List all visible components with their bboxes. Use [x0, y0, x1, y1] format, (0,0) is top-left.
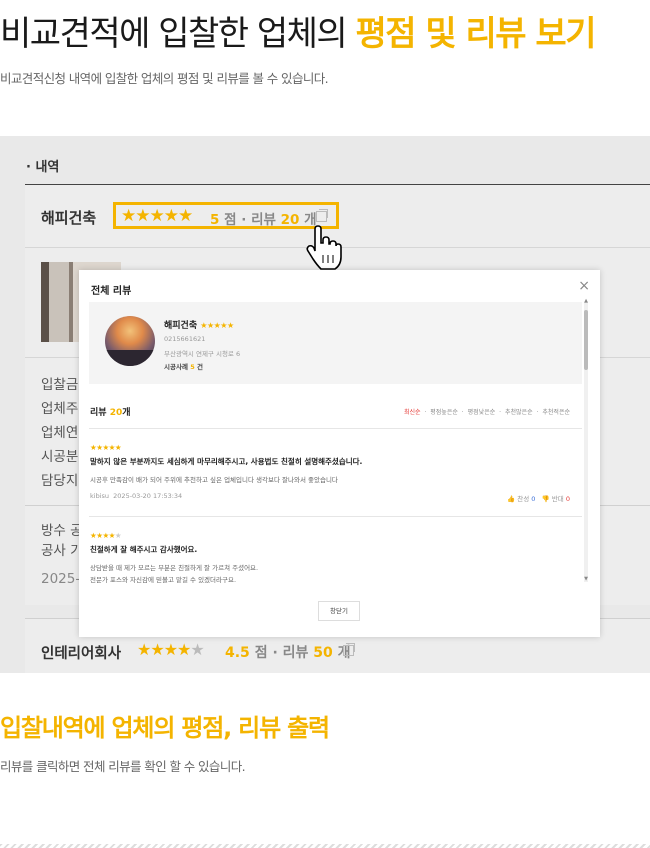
case-count-prefix: 시공사례 [164, 363, 191, 371]
page-title-highlight: 평점 및 리뷰 보기 [355, 14, 597, 54]
dashed-divider [0, 844, 650, 848]
review-item: ★★★★★ 말하지 않은 부분까지도 세심하게 마무리해주시고, 사용법도 친절… [90, 443, 570, 503]
score-value: 4.5 [225, 645, 250, 661]
sort-separator: · [424, 409, 427, 416]
review-datetime: 2025-03-20 17:53:34 [113, 492, 183, 500]
profile-name: 해피건축 ★★★★★ [164, 318, 234, 331]
sort-rating-low[interactable]: 평점낮은순 [468, 409, 496, 416]
star-icon: ★★★★ [137, 640, 191, 659]
dislike-label[interactable]: 반대 [552, 495, 564, 503]
company-name: 해피건축 [41, 209, 97, 227]
close-button[interactable]: 창닫기 [318, 601, 360, 621]
review-author: kibisu [90, 492, 110, 500]
review-title: 친절하게 잘 해주시고 감사했어요. [90, 545, 198, 554]
page-subtitle: 비교견적신청 내역에 입찰한 업체의 평점 및 리뷰를 볼 수 있습니다. [0, 71, 329, 86]
dot-separator: · [241, 212, 247, 228]
sort-recommend-high[interactable]: 추천많은순 [505, 409, 533, 416]
info-label: 시공분 [41, 449, 79, 465]
rating-summary: 5 점 · 리뷰 20 개 [210, 208, 317, 228]
panel-label: · 내역 [26, 160, 60, 175]
review-count: 20 [280, 212, 300, 228]
hand-pointer-icon [306, 225, 342, 270]
rating-stars: ★★★★★ [121, 206, 193, 226]
review-meta: kibisu 2025-03-20 17:53:34 [90, 492, 570, 500]
score-value: 5 [210, 212, 220, 228]
score-unit: 점 [224, 212, 237, 228]
sort-separator: · [536, 409, 539, 416]
info-label: 업체주 [41, 401, 79, 417]
scrollbar[interactable] [584, 302, 588, 582]
profile-name-text: 해피건축 [164, 321, 198, 331]
close-icon[interactable]: × [578, 278, 590, 294]
info-list: 입찰금 업체주 업체연 시공분 담당지 [41, 373, 78, 493]
reviews-count: 리뷰 20개 [90, 405, 131, 418]
info-label: 업체연 [41, 425, 79, 441]
star-icon: ★★★★ [90, 531, 115, 540]
company-profile: 해피건축 ★★★★★ 0215661621 부산광역시 연제구 시청로 6 시공… [89, 302, 582, 384]
divider [89, 516, 582, 517]
review-title: 말하지 않은 부분까지도 세심하게 마무리해주시고, 사용법도 친절히 설명해주… [90, 457, 363, 466]
review-stars: ★★★★★ [90, 531, 570, 540]
sort-separator: · [461, 409, 464, 416]
case-count-suffix: 건 [194, 363, 203, 371]
review-stars: ★★★★★ [90, 443, 122, 452]
rating-summary[interactable]: 4.5 점 · 리뷰 50 개 [225, 642, 351, 662]
reviews-label: 리뷰 [90, 408, 107, 418]
sort-latest[interactable]: 최신순 [404, 409, 421, 416]
star-empty-icon: ★ [114, 531, 122, 540]
company-name: 인테리어회사 [41, 646, 122, 662]
reviews-unit: 개 [122, 408, 131, 418]
profile-case-count: 시공사례 5 건 [164, 361, 203, 371]
sort-separator: · [499, 409, 502, 416]
reviews-count-value: 20 [109, 408, 123, 418]
review-body: 상담받을 때 제가 모르는 부분은 친절하게 잘 가르쳐 주셨어요. 전문가 포스… [90, 562, 570, 586]
dot-separator: · [272, 645, 278, 661]
sort-options: 최신순 · 평점높은순 · 평점낮은순 · 추천많은순 · 추천적은순 [402, 407, 570, 416]
divider [89, 428, 582, 429]
thumb-down-icon[interactable]: 👎 [542, 495, 550, 503]
copy-icon[interactable] [343, 643, 355, 656]
review-body-line: 전문가 포스와 자신감에 믿볼고 맡길 수 있겠더라구요. [90, 576, 237, 584]
review-modal: 전체 리뷰 × 해피건축 ★★★★★ 0215661621 부산광역시 연제구 … [79, 270, 600, 637]
dislike-count: 0 [565, 495, 570, 503]
star-half-icon: ★ [190, 640, 204, 659]
like-count: 0 [531, 495, 536, 503]
scrollbar-thumb[interactable] [584, 310, 588, 370]
copy-icon[interactable] [316, 209, 328, 222]
star-icon: ★★★★★ [200, 321, 234, 330]
page-title: 비교견적에 입찰한 업체의 평점 및 리뷰 보기 [0, 6, 597, 55]
info-label: 담당지 [41, 473, 79, 489]
review-body-line: 상담받을 때 제가 모르는 부분은 친절하게 잘 가르쳐 주셨어요. [90, 564, 259, 572]
review-label: 리뷰 [251, 212, 276, 228]
sort-recommend-low[interactable]: 추천적은순 [542, 409, 570, 416]
review-count: 50 [313, 645, 333, 661]
like-label[interactable]: 찬성 [517, 495, 529, 503]
section-subtitle: 리뷰를 클릭하면 전체 리뷰를 확인 할 수 있습니다. [0, 759, 246, 774]
scroll-down-icon[interactable]: ▼ [584, 576, 588, 582]
thumb-up-icon[interactable]: 👍 [507, 495, 515, 503]
info-label: 입찰금 [41, 377, 79, 393]
review-item: ★★★★★ 친절하게 잘 해주시고 감사했어요. 상담받을 때 제가 모르는 부… [90, 531, 570, 591]
avatar [105, 316, 155, 366]
review-body: 시공후 만족감이 배가 되어 주위에 추천하고 싶은 업체입니다 생각보다 잘나… [90, 476, 338, 484]
desc-line: 방수 공 [41, 523, 83, 539]
review-label: 리뷰 [282, 645, 309, 661]
section-title: 입찰내역에 업체의 평점, 리뷰 출력 [0, 714, 330, 742]
sort-rating-high[interactable]: 평점높은순 [430, 409, 458, 416]
rating-stars: ★★★★★ [137, 640, 205, 659]
scroll-up-icon[interactable]: ▲ [584, 298, 588, 304]
profile-phone: 0215661621 [164, 335, 206, 343]
review-actions: 👍 찬성 0 👎 반대 0 [507, 493, 570, 503]
score-unit: 점 [254, 645, 268, 661]
desc-line: 공사 기 [41, 543, 83, 559]
page-title-main: 비교견적에 입찰한 업체의 [0, 14, 356, 54]
profile-address: 부산광역시 연제구 시청로 6 [164, 350, 241, 358]
modal-title: 전체 리뷰 [91, 286, 132, 297]
bid-description: 방수 공 공사 기 [41, 521, 83, 561]
